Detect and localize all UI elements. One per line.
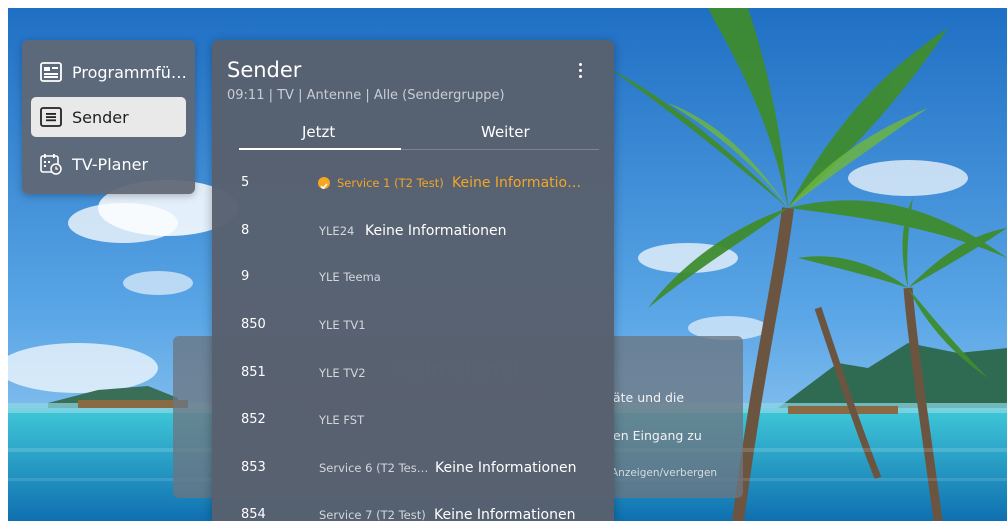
menu-item-tv-planner[interactable]: TV-Planer (31, 144, 186, 184)
channel-row[interactable]: 9 YLE Teema (212, 254, 614, 300)
menu-item-label: Sender (72, 107, 129, 127)
channel-number: 8 (241, 223, 250, 238)
channel-service-name: YLE TV2 (319, 366, 366, 380)
channel-service-name: YLE FST (319, 413, 365, 427)
channel-service-name: YLE Teema (319, 270, 381, 284)
panel-title: Sender (227, 58, 302, 82)
channel-row[interactable]: 5 Service 1 (T2 Test) Keine Informatio… (212, 160, 614, 206)
channel-program: Keine Informationen (435, 460, 577, 476)
channel-row[interactable]: 854 Service 7 (T2 Test) Keine Informatio… (212, 492, 614, 521)
no-signal-hint[interactable]: Anzeigen/verbergen (611, 467, 717, 479)
channel-row[interactable]: 850 YLE TV1 (212, 302, 614, 348)
no-signal-message-line2: en Eingang zu (613, 428, 702, 443)
channel-service-name: Service 1 (T2 Test) (337, 176, 444, 190)
program-guide-icon (40, 61, 62, 83)
channel-program: Keine Informationen (365, 223, 507, 239)
channel-service-name: YLE TV1 (319, 318, 366, 332)
tab-now[interactable]: Jetzt (302, 123, 335, 141)
menu-item-channels[interactable]: Sender (31, 97, 186, 137)
channel-number: 850 (241, 317, 266, 332)
side-menu: Programmfü… Sender TV-Planer (22, 40, 195, 194)
channel-number: 5 (241, 175, 250, 190)
tab-next[interactable]: Weiter (481, 123, 530, 141)
channel-row[interactable]: 853 Service 6 (T2 Tes… Keine Information… (212, 445, 614, 491)
channel-number: 854 (241, 507, 266, 521)
panel-subtitle: 09:11 | TV | Antenne | Alle (Sendergrupp… (227, 88, 505, 103)
channel-program: Keine Informationen (434, 507, 576, 521)
channel-row[interactable]: 852 YLE FST (212, 397, 614, 443)
check-circle-icon (318, 177, 330, 190)
channel-row[interactable]: 851 YLE TV2 (212, 350, 614, 396)
menu-item-program-guide[interactable]: Programmfü… (31, 52, 186, 92)
channel-number: 853 (241, 460, 266, 475)
menu-item-label: TV-Planer (72, 154, 149, 174)
tab-active-indicator (239, 148, 401, 150)
channel-number: 852 (241, 412, 266, 427)
channel-service-name: Service 6 (T2 Tes… (319, 461, 429, 475)
channel-number: 851 (241, 365, 266, 380)
menu-item-label: Programmfü… (72, 62, 186, 82)
calendar-clock-icon (40, 153, 62, 175)
more-vertical-icon[interactable] (570, 58, 590, 82)
channel-panel: Sender 09:11 | TV | Antenne | Alle (Send… (212, 40, 614, 521)
channel-service-name: YLE24 (319, 224, 355, 238)
channel-list-icon (40, 106, 62, 128)
channel-row[interactable]: 8 YLE24 Keine Informationen (212, 208, 614, 254)
channel-service-name: Service 7 (T2 Test) (319, 508, 426, 521)
channel-program: Keine Informatio… (452, 175, 582, 191)
no-signal-message-line1: äte und die (613, 390, 685, 405)
channel-number: 9 (241, 269, 250, 284)
